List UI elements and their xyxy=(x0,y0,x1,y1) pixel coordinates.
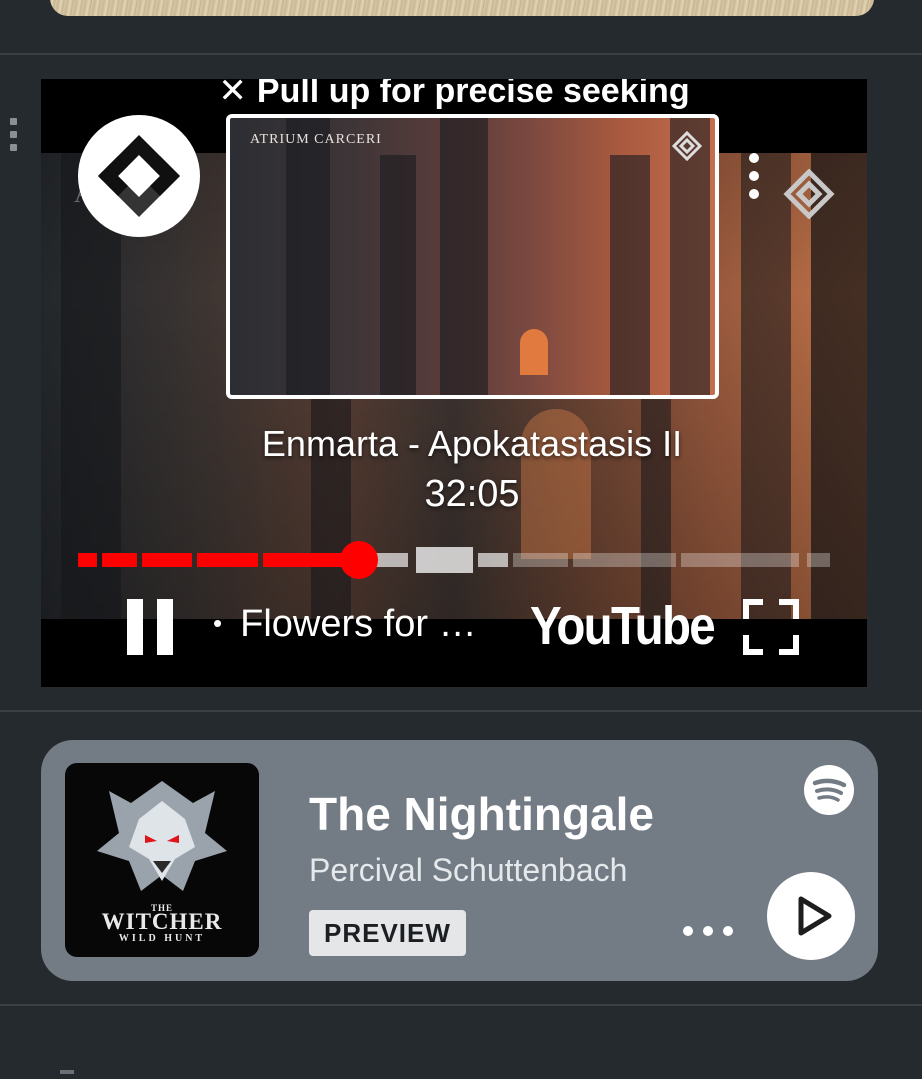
fullscreen-icon[interactable] xyxy=(743,599,799,655)
video-title: Enmarta - Apokatastasis II xyxy=(261,423,683,464)
previous-card-image xyxy=(50,0,874,16)
precise-seeking-hint[interactable]: ✕ Pull up for precise seeking xyxy=(41,79,867,111)
watermark-icon xyxy=(671,130,703,162)
seek-preview-thumbnail: ATRIUM CARCERI xyxy=(226,114,719,399)
chapter-title: Flowers for … xyxy=(240,603,477,645)
divider xyxy=(0,53,922,55)
drag-handle-icon[interactable] xyxy=(10,118,22,152)
album-logo: THE WITCHER WILD HUNT xyxy=(101,903,223,944)
divider xyxy=(0,1004,922,1006)
preview-title: ATRIUM CARCERI xyxy=(250,132,382,147)
divider xyxy=(0,710,922,712)
track-title[interactable]: The Nightingale xyxy=(309,787,654,841)
video-player[interactable]: ✕Pull up for precise seeking AR ATRIUM C… xyxy=(41,79,867,687)
track-artist[interactable]: Percival Schuttenbach xyxy=(309,852,627,889)
album-art: THE WITCHER WILD HUNT xyxy=(65,763,259,957)
channel-logo-icon xyxy=(98,135,180,217)
seek-handle[interactable] xyxy=(340,541,378,579)
channel-avatar[interactable] xyxy=(78,115,200,237)
play-button[interactable] xyxy=(767,872,855,960)
play-icon xyxy=(798,896,832,936)
preview-badge: PREVIEW xyxy=(309,910,466,956)
partial-element xyxy=(60,1070,74,1074)
seek-time: 32:05 xyxy=(424,473,520,515)
chapter-label[interactable]: • Flowers for … xyxy=(213,603,477,646)
close-icon[interactable]: ✕ xyxy=(218,79,247,110)
spotify-icon[interactable] xyxy=(804,765,854,815)
spotify-track-card[interactable]: THE WITCHER WILD HUNT The Nightingale Pe… xyxy=(41,740,878,981)
seek-hint-text: Pull up for precise seeking xyxy=(256,79,690,110)
pause-button[interactable] xyxy=(127,599,173,655)
more-options-icon[interactable] xyxy=(747,153,761,203)
youtube-logo[interactable]: YouTube xyxy=(530,595,716,657)
watermark-icon xyxy=(783,169,835,219)
seek-bar[interactable] xyxy=(78,541,830,579)
more-options-icon[interactable] xyxy=(681,924,735,938)
